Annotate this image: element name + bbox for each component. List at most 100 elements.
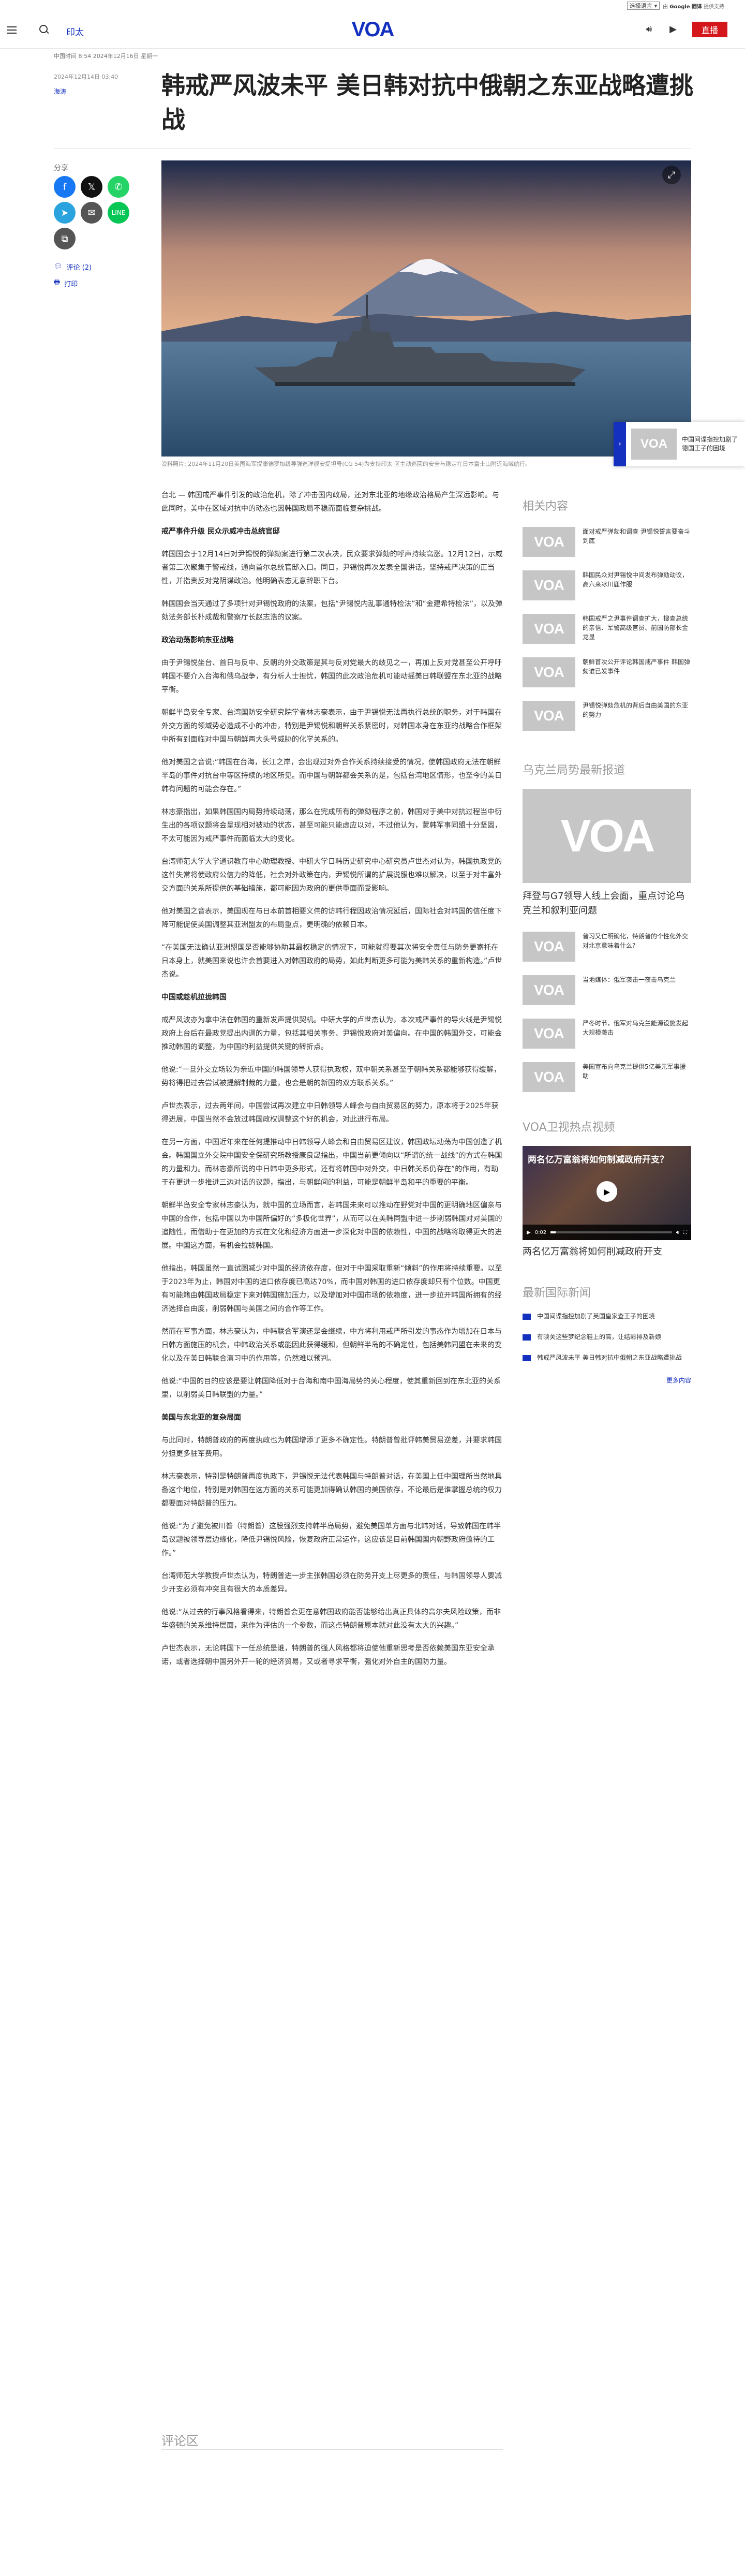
print-link-label: 打印 bbox=[64, 280, 78, 288]
ukraine-section: 乌克兰局势最新报道 VOA 拜登与G7领导人线上会面，重点讨论乌克兰和叙利亚问题… bbox=[523, 761, 691, 1092]
warship-mount-fuji-photo bbox=[161, 160, 691, 457]
body-paragraph: 韩国国会当天通过了多项针对尹锡悦政府的法案，包括“尹锡悦内乱事通特检法”和“金建… bbox=[161, 600, 503, 622]
body-paragraph: 与此同时，特朗普政府的再度执政也为韩国增添了更多不确定性。特朗普曾批评韩美贸易逆… bbox=[161, 1436, 502, 1458]
whatsapp-icon[interactable]: ✆ bbox=[108, 176, 129, 198]
audio-icon[interactable]: 🔊︎ bbox=[646, 24, 652, 35]
article-body: 台北 — 韩国戒严事件引发的政治危机，除了冲击国内政局，还对东北亚的地缘政治格局… bbox=[161, 489, 503, 1678]
video-progress[interactable] bbox=[550, 1231, 672, 1233]
body-paragraph: 他指出，韩国虽然一直试图减少对中国的经济依存度，但对于中国采取重新“倾斜”的作用… bbox=[161, 1264, 502, 1313]
author-link[interactable]: 海涛 bbox=[54, 87, 66, 96]
email-icon[interactable]: ✉ bbox=[81, 202, 102, 224]
intl-news-section: 最新国际新闻 中国间谍指控加剧了英国皇家查王子的困境 有映关这些梦纪念鞋上的高，让… bbox=[523, 1284, 691, 1385]
related-list: VOA 面对戒严弹劾和调查 尹锡悦誓言要奋斗到底 VOA 韩国民众对尹锡悦中间发布弹劾… bbox=[523, 527, 691, 731]
ukraine-headline: 当地媒体：俄军袭击一夜击乌克兰 bbox=[583, 976, 676, 983]
related-headline: 朝鲜首次公开评论韩国戒严事件 韩国弹劾谁已发事件 bbox=[583, 658, 690, 675]
translate-word: 翻译 bbox=[691, 4, 702, 10]
section-heading: 中国或趁机拉拢韩国 bbox=[161, 993, 227, 1002]
comments-link-label: 评论 (2) bbox=[66, 264, 92, 272]
ukraine-feature-image[interactable]: VOA bbox=[523, 789, 691, 883]
divider bbox=[54, 148, 691, 149]
section-link[interactable]: 印太 bbox=[66, 25, 84, 38]
google-brand[interactable]: Google bbox=[669, 4, 690, 10]
ukraine-feature-headline[interactable]: 拜登与G7领导人线上会面，重点讨论乌克兰和叙利亚问题 bbox=[523, 889, 691, 918]
ukraine-list: VOA 普习又仁明确化，特朗普的个性化外交对北京意味着什么? VOA 当地媒体：俄军袭… bbox=[523, 932, 691, 1092]
play-small-icon[interactable]: ▶ bbox=[527, 1230, 531, 1235]
related-headline: 面对戒严弹劾和调查 尹锡悦誓言要奋斗到底 bbox=[583, 528, 690, 544]
related-thumbnail: VOA bbox=[631, 429, 677, 460]
body-paragraph: 朝鲜半岛安全专家林志豪认为，就中国的立场而言，若韩国未来可以推动在野党对中国的更… bbox=[161, 1201, 502, 1250]
body-paragraph: 林志豪表示，特别是特朗普再度执政下，尹锡悦无法代表韩国与特朗普对话，在美国上任中… bbox=[161, 1473, 502, 1508]
menu-icon[interactable] bbox=[7, 23, 22, 37]
ukraine-item[interactable]: VOA 严冬时节，俄军对乌克兰能源设施发起大规模袭击 bbox=[523, 1019, 691, 1049]
language-select[interactable]: 选择语言 ▾ bbox=[627, 2, 660, 10]
intl-news-list: 中国间谍指控加剧了英国皇家查王子的困境 有映关这些梦纪念鞋上的高，让结彩排及新娘韩… bbox=[523, 1312, 691, 1362]
body-paragraph: 由于尹锡悦坐台、首日与反中、反朝的外交政策是其与反对党最大的歧见之一，再加上反对… bbox=[161, 659, 502, 694]
body-paragraph: 在另一方面，中国近年来在任何提推动中日韩领导人峰会和自由贸易区建议，韩国政坛动荡… bbox=[161, 1138, 502, 1187]
video-icon[interactable]: ▶︎ bbox=[669, 24, 677, 35]
section-heading: 戒严事件升级 民众示威冲击总统官邸 bbox=[161, 527, 280, 536]
body-paragraph: 他说:“中国的目的应该是要让韩国降低对于台海和南中国海局势的关心程度，使其重新回… bbox=[161, 1377, 501, 1399]
fullscreen-icon[interactable]: ⛶ bbox=[683, 1230, 687, 1235]
copy-link-icon[interactable]: ⧉ bbox=[54, 228, 76, 249]
expand-icon[interactable]: ⤢ bbox=[662, 166, 681, 184]
video-player[interactable]: 两名亿万富翁将如何制减政府开支？ ▶ ▶ 0:02 🔊︎ ⛶ bbox=[523, 1146, 691, 1240]
more-link[interactable]: 更多内容 bbox=[523, 1376, 691, 1385]
comments-heading: 评论区 bbox=[161, 2434, 199, 2448]
ukraine-item[interactable]: VOA 普习又仁明确化，特朗普的个性化外交对北京意味着什么? bbox=[523, 932, 691, 962]
related-item[interactable]: VOA 朝鲜首次公开评论韩国戒严事件 韩国弹劾谁已发事件 bbox=[523, 657, 691, 687]
video-overlay-title: 两名亿万富翁将如何制减政府开支？ bbox=[528, 1155, 668, 1165]
section-heading: 美国与东北亚的复杂局面 bbox=[161, 1414, 241, 1422]
related-item[interactable]: VOA 韩国民众对尹锡悦中间发布弹劾动议，高六来冰川鹿作服 bbox=[523, 570, 691, 600]
body-paragraph: “在美国无法确认亚洲盟国是否能够协助其最权稳定的情况下，可能就得要其次将安全责任… bbox=[161, 944, 502, 979]
video-section: VOA卫视热点视频 两名亿万富翁将如何制减政府开支？ ▶ ▶ 0:02 🔊︎ ⛶… bbox=[523, 1118, 691, 1259]
powered-prefix: 由 bbox=[663, 4, 668, 10]
print-link[interactable]: 🖶 打印 bbox=[54, 277, 78, 289]
related-headline: 尹锡悦弹劾危机的背后自由美国的东亚的努力 bbox=[583, 702, 689, 718]
intl-news-item[interactable]: 中国间谍指控加剧了英国皇家查王子的困境 bbox=[523, 1312, 691, 1321]
intl-news-item[interactable]: 韩戒严风波未平 美日韩对抗中俄朝之东亚战略遭挑战 bbox=[523, 1353, 691, 1362]
close-icon[interactable]: › bbox=[614, 422, 626, 466]
ukraine-thumbnail: VOA bbox=[523, 1019, 575, 1049]
related-section: 相关内容 VOA 面对戒严弹劾和调查 尹锡悦誓言要奋斗到底 VOA 韩国民众对尹锡悦中… bbox=[523, 497, 691, 731]
play-icon[interactable]: ▶ bbox=[597, 1181, 617, 1202]
line-icon[interactable]: LINE bbox=[108, 202, 129, 224]
x-icon[interactable]: 𝕏 bbox=[81, 176, 102, 198]
video-caption[interactable]: 两名亿万富翁将如何削减政府开支 bbox=[523, 1245, 691, 1259]
voa-logo[interactable]: VOA bbox=[346, 18, 399, 41]
section-heading: 政治动荡影响东亚战略 bbox=[161, 636, 234, 644]
ukraine-item[interactable]: VOA 美国宣布向乌克兰提供5亿美元军事援助 bbox=[523, 1062, 691, 1092]
video-progress-fill bbox=[550, 1231, 556, 1233]
intl-news-item[interactable]: 有映关这些梦纪念鞋上的高，让结彩排及新娘 bbox=[523, 1332, 691, 1342]
translate-powered-by: 由 Google 翻译 提供支持 bbox=[663, 2, 724, 10]
body-paragraph: 他说:“一旦外交立场较为亲近中国的韩国领导人获得执政权，双中朝关系甚至于朝韩关系… bbox=[161, 1066, 501, 1087]
related-item[interactable]: VOA 面对戒严弹劾和调查 尹锡悦誓言要奋斗到底 bbox=[523, 527, 691, 557]
volume-icon[interactable]: 🔊︎ bbox=[676, 1230, 679, 1235]
search-icon[interactable] bbox=[38, 24, 51, 36]
floating-related-card[interactable]: › VOA 中国间谍指控加剧了德国王子的困境 bbox=[614, 422, 745, 466]
ukraine-headline: 普习又仁明确化，特朗普的个性化外交对北京意味着什么? bbox=[583, 933, 689, 949]
comments-link[interactable]: 💬︎ 评论 (2) bbox=[54, 262, 92, 272]
body-paragraph: 台湾师范大学教授卢世杰认为，特朗普进一步主张韩国必须在防务开支上尽更多的责任，与… bbox=[161, 1572, 502, 1594]
live-button[interactable]: 直播 bbox=[692, 22, 727, 37]
share-label: 分享 bbox=[54, 164, 68, 172]
body-paragraph: 朝鲜半岛安全专家、台湾国防安全研究院学者林志豪表示，由于尹锡悦无法再执行总统的职… bbox=[161, 709, 502, 744]
language-select-label: 选择语言 bbox=[629, 3, 652, 9]
related-item[interactable]: VOA 尹锡悦弹劾危机的背后自由美国的东亚的努力 bbox=[523, 701, 691, 731]
ukraine-thumbnail: VOA bbox=[523, 932, 575, 962]
ukraine-item[interactable]: VOA 当地媒体：俄军袭击一夜击乌克兰 bbox=[523, 975, 691, 1005]
body-paragraph: 卢世杰表示，无论韩国下一任总统是谁，特朗普的强人风格都将迫使他重新思考是否依赖美… bbox=[161, 1644, 495, 1666]
body-paragraph: 他对美国之音表示，美国现在与日本前首相要义伟的访韩行程因政治情况延后，国际社会对… bbox=[161, 907, 502, 929]
intl-news-heading: 最新国际新闻 bbox=[523, 1287, 591, 1300]
ukraine-thumbnail: VOA bbox=[523, 1062, 575, 1092]
facebook-icon[interactable]: f bbox=[54, 176, 76, 198]
telegram-icon[interactable]: ➤ bbox=[54, 202, 76, 224]
ukraine-headline: 严冬时节，俄军对乌克兰能源设施发起大规模袭击 bbox=[583, 1020, 689, 1036]
powered-suffix: 提供支持 bbox=[704, 4, 724, 10]
publish-date: 2024年12月14日 03:40 bbox=[54, 73, 118, 80]
comment-icon: 💬︎ bbox=[54, 263, 63, 271]
body-paragraph: 然而在军事方面，林志豪认为，中韩联合军演还是会继续，中方将利用戒严所引发的事态作… bbox=[161, 1328, 502, 1363]
header-icons: 🔊︎ ▶︎ bbox=[646, 24, 677, 35]
related-item[interactable]: VOA 韩国戒严之尹事件调查扩大，搜查总统的亲信、军警高级官员、前国防部长金龙显 bbox=[523, 614, 691, 644]
body-paragraph: 他对美国之音说:“韩国在台海，长江之岸，会出现过对外合作关系持续接受的情况，使韩… bbox=[161, 758, 502, 793]
body-paragraph: 林志豪指出，如果韩国国内局势持续动荡，那么在完成所有的弹劾程序之前，韩国对于美中… bbox=[161, 808, 502, 843]
